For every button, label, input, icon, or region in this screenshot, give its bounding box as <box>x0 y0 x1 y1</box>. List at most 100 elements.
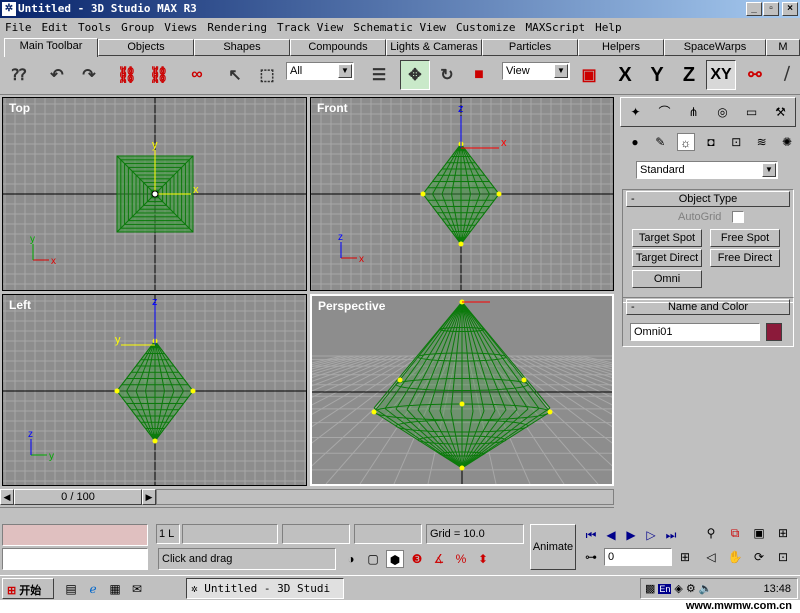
show-desktop-icon[interactable]: ▤ <box>62 580 80 598</box>
maximize-button[interactable]: ▫ <box>763 2 779 16</box>
restrict-z-button[interactable]: Z <box>674 60 704 90</box>
percent-snap-icon[interactable]: % <box>452 550 470 568</box>
time-slider-thumb[interactable]: 0 / 100 <box>14 489 142 505</box>
restrict-y-button[interactable]: Y <box>642 60 672 90</box>
menu-maxscript[interactable]: MAXScript <box>521 18 591 34</box>
tray-icon-1[interactable]: ▩ <box>645 582 655 595</box>
region-select-icon[interactable]: ⬚ <box>252 60 282 90</box>
viewport-perspective[interactable]: Perspective <box>310 294 614 486</box>
outlook-icon[interactable]: ✉ <box>128 580 146 598</box>
select-by-name-icon[interactable]: ☰ <box>364 60 394 90</box>
menu-help[interactable]: Help <box>590 18 627 34</box>
object-name-input[interactable]: Omni01 <box>630 323 760 341</box>
spacewarps-icon[interactable]: ≋ <box>753 133 771 151</box>
category-dropdown[interactable]: Standard ▼ <box>636 161 778 179</box>
select-object-icon[interactable]: ↖ <box>220 60 250 90</box>
lights-icon[interactable]: ☼ <box>676 133 695 151</box>
taskbar-3dsmax-button[interactable]: ✲ Untitled - 3D Studi <box>186 578 344 599</box>
goto-end-icon[interactable]: ⏭ <box>662 526 680 544</box>
modify-tab-icon[interactable]: ⌒ <box>650 98 679 126</box>
menu-edit[interactable]: Edit <box>37 18 74 34</box>
tab-shapes[interactable]: Shapes <box>194 39 290 56</box>
utilities-tab-icon[interactable]: ⚒ <box>766 98 795 126</box>
tab-objects[interactable]: Objects <box>98 39 194 56</box>
selection-filter-dropdown[interactable]: All ▼ <box>286 62 354 80</box>
menu-schematic-view[interactable]: Schematic View <box>348 18 451 34</box>
help-pointer-icon[interactable]: ⁇ <box>4 60 34 90</box>
inverse-kinematics-icon[interactable]: ⚯ <box>740 60 770 90</box>
play-icon[interactable]: ▶ <box>622 526 640 544</box>
target-direct-button[interactable]: Target Direct <box>632 249 702 267</box>
app-icon[interactable]: ✲ <box>2 2 16 16</box>
time-track[interactable] <box>156 489 614 505</box>
zoom-extents-all-icon[interactable]: ⊞ <box>774 524 792 542</box>
systems-icon[interactable]: ✺ <box>778 133 796 151</box>
box-mode-icon[interactable]: ⬢ <box>386 550 404 568</box>
animate-button[interactable]: Animate <box>530 524 576 570</box>
menu-rendering[interactable]: Rendering <box>202 18 272 34</box>
tab-particles[interactable]: Particles <box>482 39 578 56</box>
helpers-icon[interactable]: ⊡ <box>727 133 745 151</box>
object-type-header[interactable]: - Object Type <box>626 191 790 207</box>
tab-more[interactable]: M <box>766 39 800 56</box>
start-button[interactable]: ⊞ 开始 <box>2 578 54 599</box>
language-icon[interactable]: En <box>658 583 672 594</box>
hierarchy-tab-icon[interactable]: ⋔ <box>679 98 708 126</box>
tab-lights-cameras[interactable]: Lights & Cameras <box>386 39 482 56</box>
ie-icon[interactable]: ℯ <box>84 580 102 598</box>
zoom-all-icon[interactable]: ⧉ <box>726 524 744 542</box>
restrict-xy-button[interactable]: XY <box>706 60 736 90</box>
window-crossing-icon[interactable]: ▢ <box>364 550 382 568</box>
geometry-icon[interactable]: ● <box>626 133 644 151</box>
reference-coordinate-dropdown[interactable]: View ▼ <box>502 62 570 80</box>
menu-file[interactable]: File <box>0 18 37 34</box>
display-tab-icon[interactable]: ▭ <box>737 98 766 126</box>
goto-start-icon[interactable]: ⏮ <box>582 526 600 544</box>
viewport-top-label[interactable]: Top <box>9 101 30 115</box>
arc-rotate-icon[interactable]: ⟳ <box>750 548 768 566</box>
pivot-point-icon[interactable]: ▣ <box>574 60 604 90</box>
degradation-icon[interactable]: ◑ <box>342 550 360 568</box>
lock-selection-label[interactable]: 1 L <box>156 524 180 544</box>
name-color-header[interactable]: - Name and Color <box>626 299 790 315</box>
motion-tab-icon[interactable]: ◎ <box>708 98 737 126</box>
object-color-swatch[interactable] <box>766 323 782 341</box>
unlink-icon[interactable]: ⛓ <box>144 60 174 90</box>
time-next-arrow[interactable]: ▶ <box>142 489 156 505</box>
field-of-view-icon[interactable]: ◁ <box>702 548 720 566</box>
pan-icon[interactable]: ✋ <box>726 548 744 566</box>
cameras-icon[interactable]: ◘ <box>702 133 720 151</box>
time-config-icon[interactable]: ⊞ <box>676 548 694 566</box>
select-and-scale-icon[interactable]: ■ <box>464 60 494 90</box>
menu-customize[interactable]: Customize <box>451 18 521 34</box>
tab-helpers[interactable]: Helpers <box>578 39 664 56</box>
track-bar[interactable] <box>0 507 614 520</box>
viewport-top[interactable]: x y x y Top <box>2 97 307 291</box>
select-and-rotate-icon[interactable]: ↻ <box>432 60 462 90</box>
select-and-link-icon[interactable]: ⛓ <box>112 60 142 90</box>
omni-button[interactable]: Omni <box>632 270 702 288</box>
explorer-icon[interactable]: ▦ <box>106 580 124 598</box>
next-frame-icon[interactable]: ▷ <box>642 526 660 544</box>
menu-tools[interactable]: Tools <box>73 18 116 34</box>
tray-icon-2[interactable]: ◈ <box>674 582 682 595</box>
zoom-icon[interactable]: ⚲ <box>702 524 720 542</box>
min-max-toggle-icon[interactable]: ⊡ <box>774 548 792 566</box>
autogrid-checkbox[interactable] <box>732 211 744 223</box>
create-tab-icon[interactable]: ✦ <box>621 98 650 126</box>
tab-spacewarps[interactable]: SpaceWarps <box>664 39 766 56</box>
free-direct-button[interactable]: Free Direct <box>710 249 780 267</box>
mirror-icon[interactable]: ⧸ <box>772 60 800 90</box>
undo-icon[interactable]: ↶ <box>42 60 72 90</box>
viewport-front-label[interactable]: Front <box>317 101 348 115</box>
viewport-front[interactable]: z x x z Front <box>310 97 614 291</box>
maxscript-listener-white[interactable] <box>2 548 148 570</box>
bind-spacewarp-icon[interactable]: ∞ <box>182 60 212 90</box>
volume-icon[interactable]: 🔈 <box>699 582 713 595</box>
restrict-x-button[interactable]: X <box>610 60 640 90</box>
viewport-left[interactable]: z y y z Left <box>2 294 307 486</box>
maxscript-listener-pink[interactable] <box>2 524 148 546</box>
menu-track-view[interactable]: Track View <box>272 18 348 34</box>
tray-icon-3[interactable]: ⚙ <box>686 582 696 595</box>
spinner-snap-icon[interactable]: ⬍ <box>474 550 492 568</box>
